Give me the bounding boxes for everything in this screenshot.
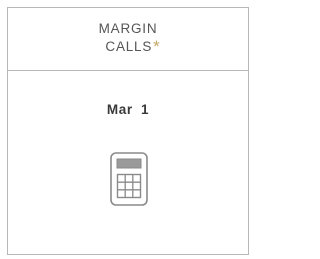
calculator-icon bbox=[110, 152, 148, 206]
card-title-line2: CALLS* bbox=[8, 38, 248, 55]
margin-calls-card: MARGIN CALLS* Mar 1 bbox=[7, 7, 249, 255]
star-icon: * bbox=[153, 37, 161, 56]
card-title-line1: MARGIN bbox=[98, 21, 158, 36]
date-label: Mar 1 bbox=[106, 102, 150, 117]
card-header: MARGIN CALLS* bbox=[8, 8, 248, 71]
card-title-text: CALLS bbox=[105, 39, 153, 54]
calculator-button[interactable] bbox=[110, 152, 148, 206]
